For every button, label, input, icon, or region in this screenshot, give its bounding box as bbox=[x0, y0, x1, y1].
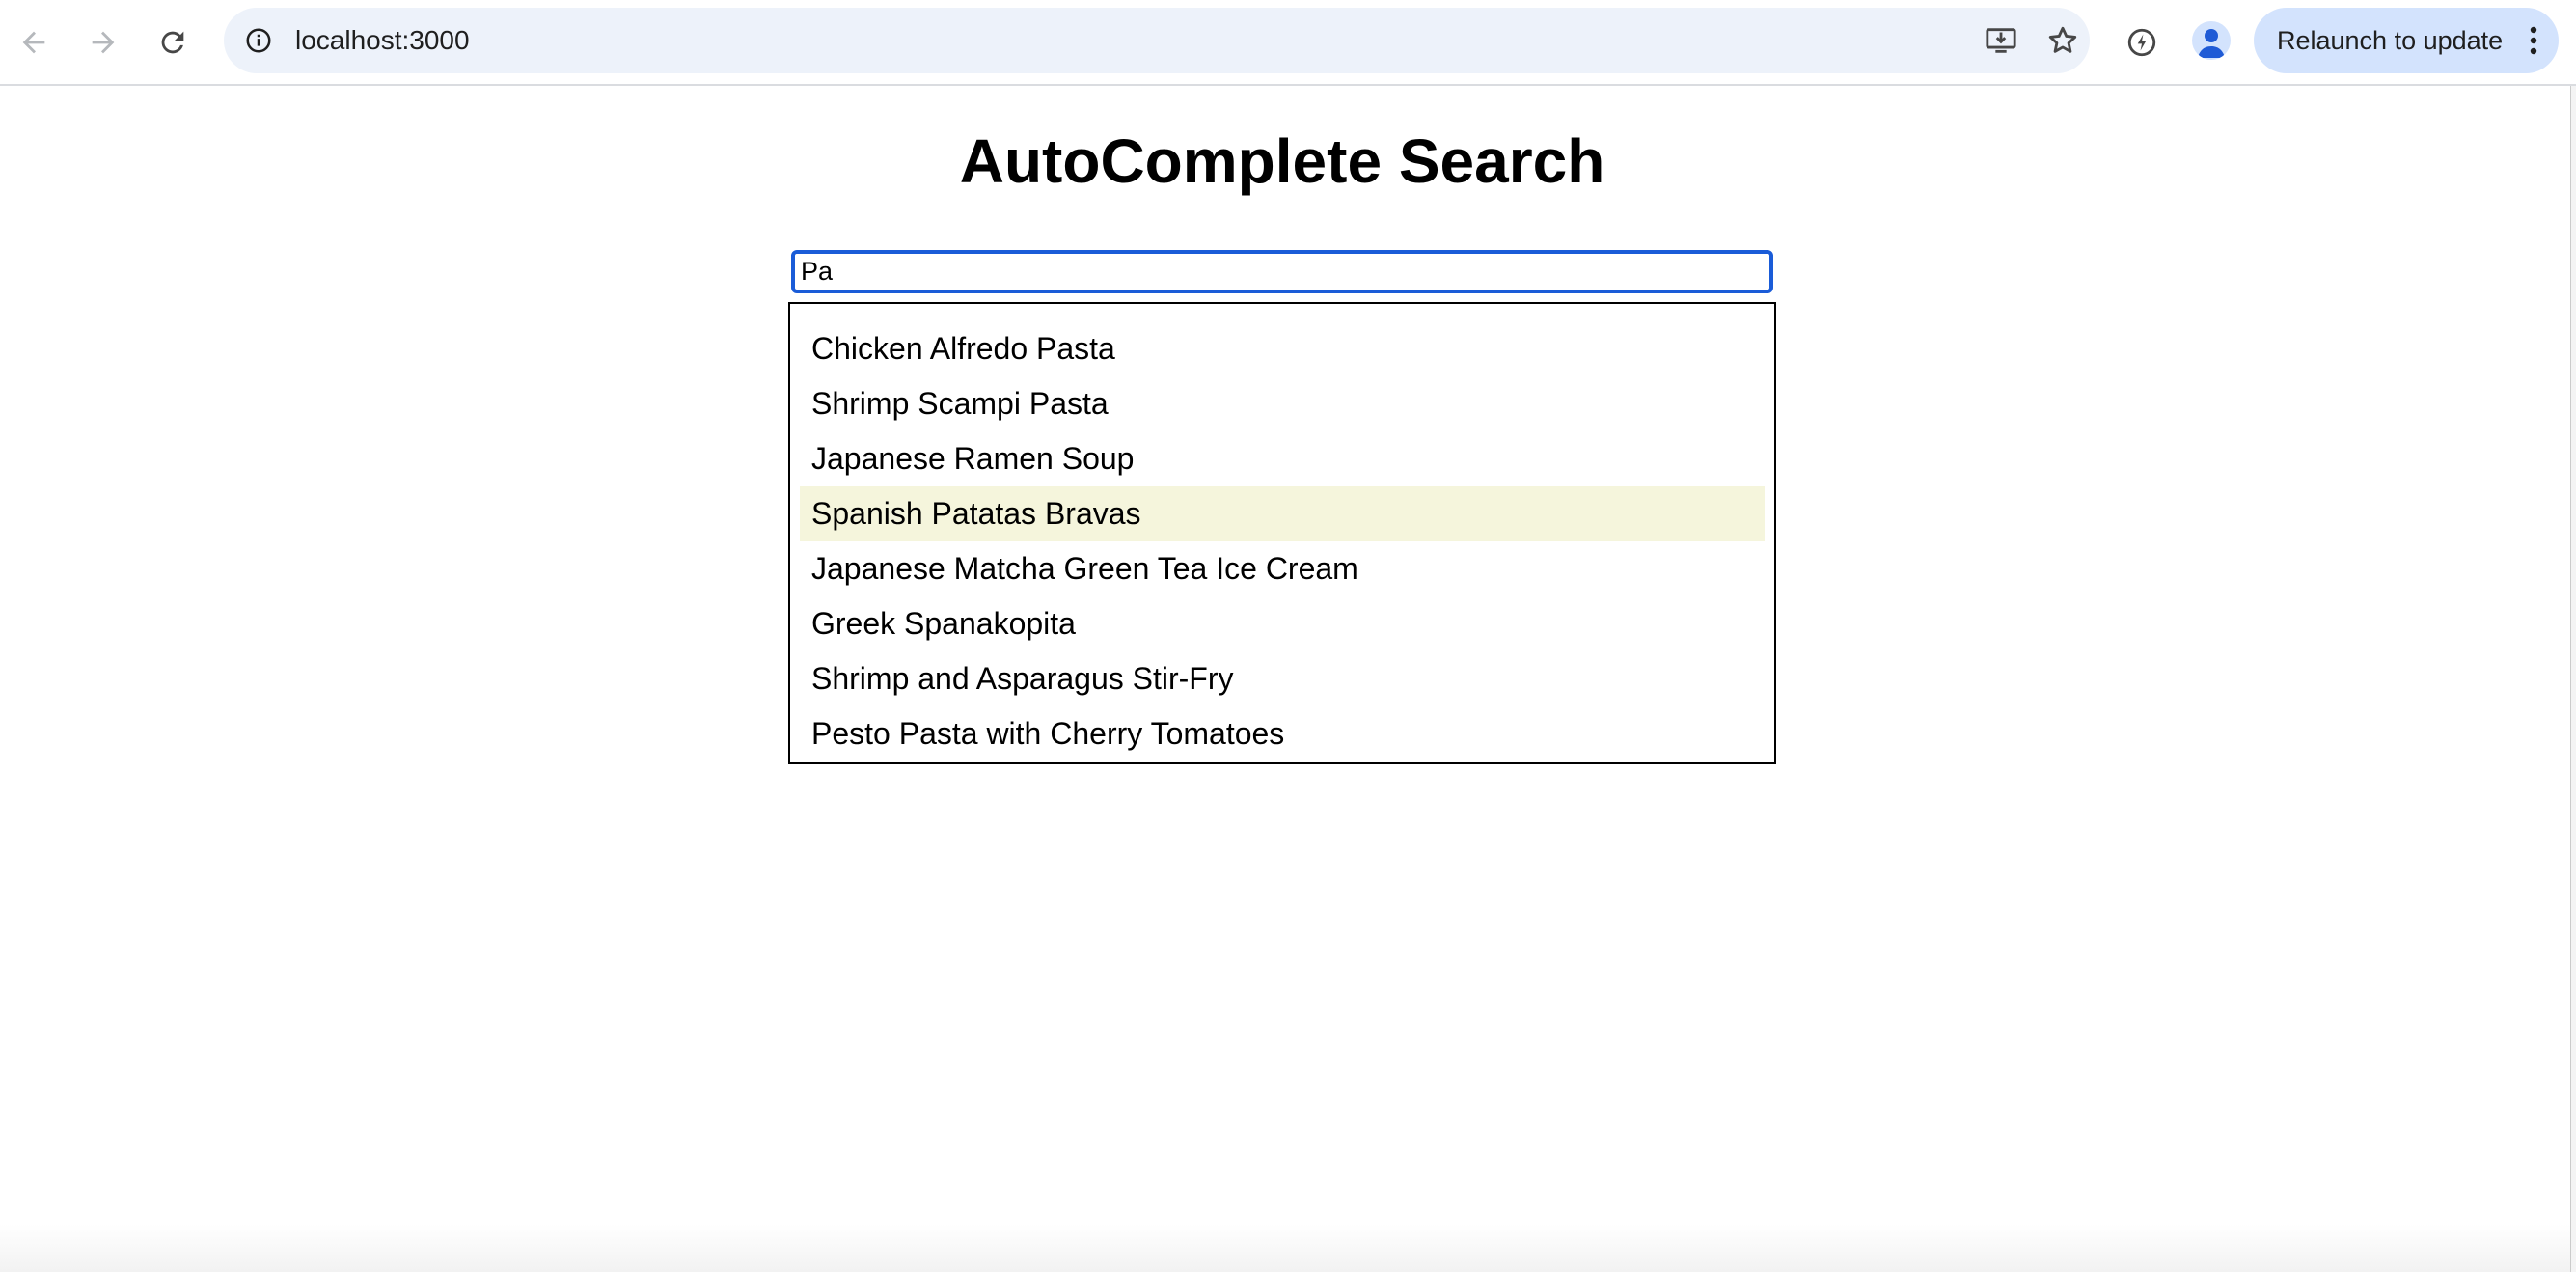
suggestion-item[interactable]: Japanese Matcha Green Tea Ice Cream bbox=[800, 541, 1765, 596]
suggestion-item[interactable]: Shrimp and Asparagus Stir-Fry bbox=[800, 651, 1765, 706]
install-app-icon[interactable] bbox=[1982, 21, 2020, 60]
kebab-menu-icon[interactable] bbox=[2522, 21, 2545, 60]
address-bar[interactable]: localhost:3000 bbox=[224, 8, 2090, 73]
suggestion-item[interactable]: Chicken Alfredo Pasta bbox=[800, 321, 1765, 376]
relaunch-button[interactable]: Relaunch to update bbox=[2254, 8, 2559, 73]
profile-icon[interactable] bbox=[2192, 21, 2231, 60]
forward-button[interactable] bbox=[77, 16, 129, 69]
suggestion-item[interactable]: Greek Spanakopita bbox=[800, 596, 1765, 651]
suggestion-item[interactable]: Japanese Ramen Soup bbox=[800, 431, 1765, 486]
bottom-shadow bbox=[0, 1224, 2570, 1272]
suggestion-item[interactable]: Shrimp Scampi Pasta bbox=[800, 376, 1765, 431]
back-arrow-icon bbox=[22, 31, 45, 54]
suggestion-item[interactable]: Spanish Patatas Bravas bbox=[800, 486, 1765, 541]
browser-toolbar: localhost:3000 Relaunch to update bbox=[0, 0, 2576, 86]
relaunch-label: Relaunch to update bbox=[2277, 26, 2504, 55]
performance-icon[interactable] bbox=[2119, 19, 2165, 66]
page-title: AutoComplete Search bbox=[959, 126, 1605, 196]
star-icon[interactable] bbox=[2043, 21, 2082, 60]
url-text[interactable]: localhost:3000 bbox=[295, 8, 470, 73]
suggestions-list: Chicken Alfredo Pasta Shrimp Scampi Pasta… bbox=[788, 302, 1776, 764]
window-edge bbox=[2570, 86, 2576, 1272]
forward-arrow-icon bbox=[92, 31, 115, 54]
reload-icon bbox=[161, 31, 184, 54]
info-icon[interactable] bbox=[239, 21, 278, 60]
back-button[interactable] bbox=[8, 16, 60, 69]
search-input[interactable] bbox=[791, 250, 1773, 293]
suggestion-item[interactable]: Pesto Pasta with Cherry Tomatoes bbox=[800, 706, 1765, 761]
reload-button[interactable] bbox=[147, 16, 199, 69]
